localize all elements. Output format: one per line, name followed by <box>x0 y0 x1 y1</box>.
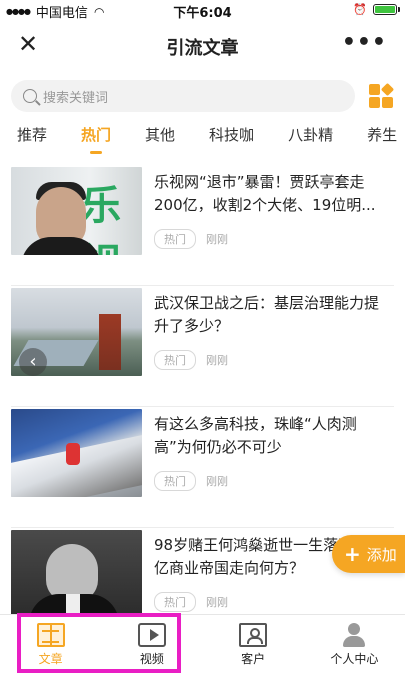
category-tabs: 推荐 热门 其他 科技咖 八卦精 养生 <box>0 114 405 154</box>
article-time: 刚刚 <box>206 354 228 367</box>
alarm-icon: ⏰ <box>353 3 367 16</box>
article-thumbnail: ‹ <box>11 288 142 376</box>
video-icon <box>137 623 166 647</box>
bottom-tab-bar: 文章 视频 客户 个人中心 <box>0 614 405 674</box>
article-tag: 热门 <box>154 229 196 249</box>
battery-icon <box>373 4 400 15</box>
article-tag: 热门 <box>154 471 196 491</box>
tab-recommend[interactable]: 推荐 <box>17 124 47 145</box>
list-item[interactable]: 乐视 乐视网“退市”暴雷！贾跃亭套走200亿，收割2个大佬、19位明... 热门… <box>11 165 394 286</box>
more-options-icon[interactable]: ••• <box>342 30 387 55</box>
article-thumbnail: 乐视 <box>11 167 142 255</box>
book-icon <box>36 623 65 647</box>
article-title: 乐视网“退市”暴雷！贾跃亭套走200亿，收割2个大佬、19位明... <box>154 173 376 214</box>
article-tag: 热门 <box>154 592 196 612</box>
person-icon <box>340 623 368 647</box>
tabbar-label: 视频 <box>139 652 164 666</box>
search-input[interactable]: 搜索关键词 <box>11 80 355 112</box>
category-grid-icon[interactable] <box>369 82 395 108</box>
client-icon <box>239 623 268 647</box>
clock: 下午6:04 <box>173 6 232 21</box>
tab-other[interactable]: 其他 <box>145 124 175 145</box>
add-button-label: 添加 <box>366 545 397 564</box>
article-title: 有这么多高科技，珠峰“人肉测高”为何仍必不可少 <box>154 415 357 456</box>
navigation-bar: ✕ 引流文章 ••• <box>0 20 405 70</box>
tab-health[interactable]: 养生 <box>367 124 397 145</box>
tabbar-label: 文章 <box>38 652 63 666</box>
article-time: 刚刚 <box>206 233 228 246</box>
status-bar: ●●●● 中国电信 ◠ 下午6:04 ⏰ <box>0 0 405 21</box>
tabbar-label: 个人中心 <box>330 652 379 666</box>
article-list: 乐视 乐视网“退市”暴雷！贾跃亭套走200亿，收割2个大佬、19位明... 热门… <box>0 165 405 649</box>
add-button[interactable]: + 添加 <box>332 535 405 573</box>
tabbar-item-videos[interactable]: 视频 <box>101 615 202 674</box>
search-icon <box>23 89 37 103</box>
search-placeholder: 搜索关键词 <box>43 90 109 106</box>
article-title: 武汉保卫战之后：基层治理能力提升了多少？ <box>154 294 380 335</box>
tabbar-item-articles[interactable]: 文章 <box>0 615 101 674</box>
brand-logo-text: 乐视 <box>81 183 121 255</box>
tab-tech[interactable]: 科技咖 <box>209 124 254 145</box>
tabbar-item-clients[interactable]: 客户 <box>203 615 304 674</box>
chevron-left-icon[interactable]: ‹ <box>19 348 47 376</box>
article-time: 刚刚 <box>206 596 228 609</box>
plus-icon: + <box>344 542 361 566</box>
search-row: 搜索关键词 <box>0 70 405 114</box>
article-thumbnail <box>11 409 142 497</box>
article-tag: 热门 <box>154 350 196 370</box>
list-item[interactable]: 有这么多高科技，珠峰“人肉测高”为何仍必不可少 热门 刚刚 <box>11 407 394 528</box>
article-thumbnail <box>11 530 142 618</box>
tab-hot[interactable]: 热门 <box>81 124 111 154</box>
list-item[interactable]: ‹ 武汉保卫战之后：基层治理能力提升了多少？ 热门 刚刚 <box>11 286 394 407</box>
tabbar-label: 客户 <box>241 652 266 666</box>
tab-gossip[interactable]: 八卦精 <box>288 124 333 145</box>
article-time: 刚刚 <box>206 475 228 488</box>
tabbar-item-profile[interactable]: 个人中心 <box>304 615 405 674</box>
